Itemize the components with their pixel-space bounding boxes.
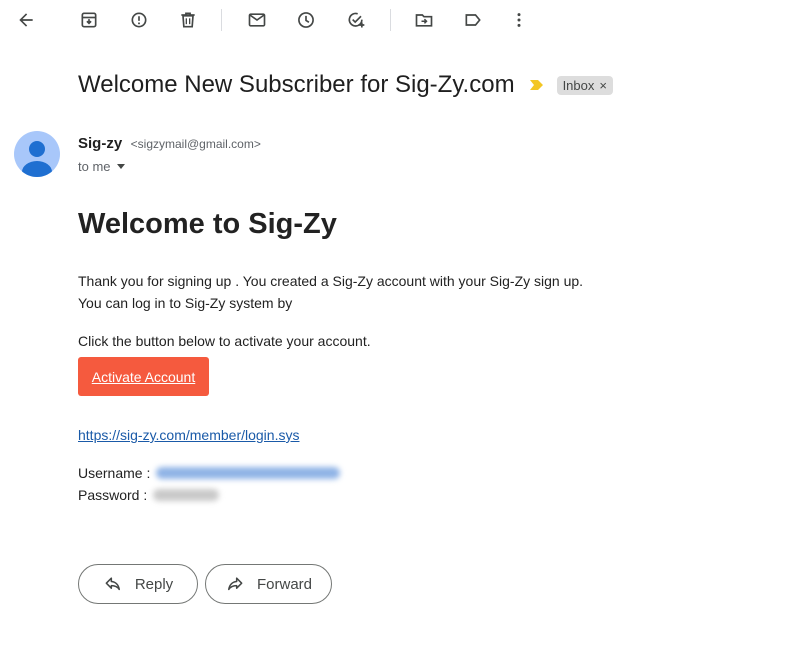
avatar[interactable]: [14, 131, 60, 177]
reply-icon: [105, 577, 120, 591]
email-heading: Welcome to Sig-Zy: [78, 208, 337, 240]
reply-button[interactable]: Reply: [78, 564, 198, 604]
to-me-label: to me: [78, 159, 111, 174]
forward-button[interactable]: Forward: [205, 564, 332, 604]
sender-name[interactable]: Sig-zy: [78, 135, 122, 152]
email-subject: Welcome New Subscriber for Sig-Zy.com: [78, 71, 515, 98]
snooze-icon[interactable]: [291, 5, 321, 35]
back-arrow-icon[interactable]: [11, 5, 41, 35]
more-options-icon[interactable]: [504, 5, 534, 35]
toolbar-divider: [221, 9, 222, 31]
sender-row: Sig-zy <sigzymail@gmail.com>: [78, 135, 261, 153]
inbox-label-chip[interactable]: Inbox ×: [556, 75, 613, 95]
activation-instruction: Click the button below to activate your …: [78, 333, 371, 349]
sender-email: <sigzymail@gmail.com>: [130, 137, 261, 151]
add-to-tasks-icon[interactable]: [341, 5, 371, 35]
move-to-icon[interactable]: [409, 5, 439, 35]
recipient-details-toggle[interactable]: to me: [78, 159, 125, 174]
username-label: Username :: [78, 465, 151, 481]
importance-marker-icon[interactable]: [529, 78, 545, 92]
report-spam-icon[interactable]: [124, 5, 154, 35]
archive-icon[interactable]: [74, 5, 104, 35]
body-paragraph-line-2: You can log in to Sig-Zy system by: [78, 295, 293, 311]
mark-unread-icon[interactable]: [242, 5, 272, 35]
toolbar: [0, 0, 791, 40]
delete-icon[interactable]: [173, 5, 203, 35]
labels-icon[interactable]: [458, 5, 488, 35]
forward-label: Forward: [256, 575, 312, 593]
forward-icon: [227, 577, 243, 591]
activate-account-button[interactable]: Activate Account: [78, 357, 209, 396]
inbox-label-text: Inbox: [562, 77, 595, 93]
person-icon: [22, 141, 52, 177]
password-label: Password :: [78, 487, 148, 503]
subject-row: Welcome New Subscriber for Sig-Zy.com In…: [78, 68, 613, 102]
redacted-username: [156, 467, 341, 479]
password-row: Password :: [78, 487, 220, 503]
chevron-down-icon: [116, 164, 125, 169]
remove-label-icon[interactable]: ×: [599, 78, 607, 93]
login-link[interactable]: https://sig-zy.com/member/login.sys: [78, 427, 299, 443]
redacted-password: [153, 489, 220, 501]
body-paragraph-line-1: Thank you for signing up . You created a…: [78, 273, 584, 289]
reply-label: Reply: [134, 575, 174, 593]
toolbar-divider: [390, 9, 391, 31]
username-row: Username :: [78, 465, 341, 481]
